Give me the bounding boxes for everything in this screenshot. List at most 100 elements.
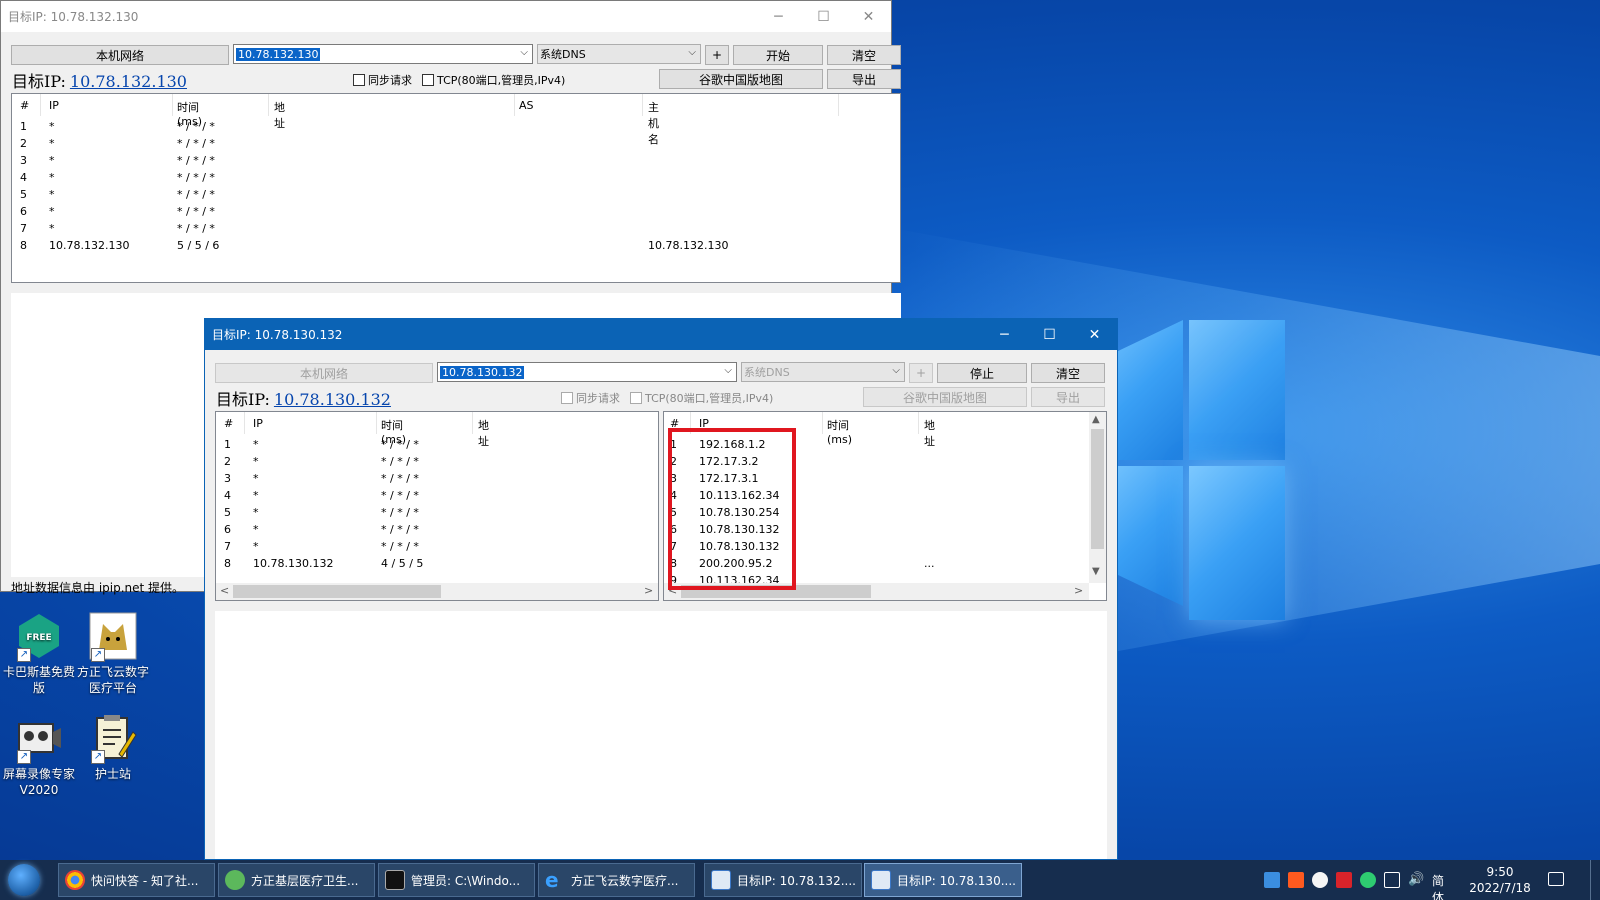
hops-table[interactable]: # IP 时间(ms) 地址 AS 主机名 1 * * / * / * 2 * * / … — [11, 93, 901, 283]
chrome-icon — [65, 870, 85, 890]
taskbar-item-cmd[interactable]: 管理员: C:\Windo... — [378, 863, 535, 897]
ime-indicator[interactable]: 简体 — [1432, 872, 1444, 900]
clock[interactable]: 9:50 2022/7/18 — [1460, 864, 1540, 896]
start-button[interactable] — [8, 864, 40, 896]
map-panel — [215, 611, 1107, 859]
local-network-button[interactable]: 本机网络 — [11, 45, 229, 65]
taskbar-item-ie[interactable]: e 方正飞云数字医疗... — [538, 863, 695, 897]
desktop-icon-screen-recorder[interactable]: ↗ 屏幕录像专家V2020 — [0, 714, 78, 798]
column-header[interactable]: AS — [519, 99, 534, 112]
notification-icon[interactable] — [1548, 872, 1564, 886]
clear-button[interactable]: 清空 — [827, 45, 901, 65]
window-title: 目标IP: 10.78.132.130 — [8, 10, 139, 24]
taskbar-item-fangzheng-basic[interactable]: 方正基层医疗卫生... — [218, 863, 375, 897]
tcp-mode-checkbox[interactable]: TCP(80端口,管理员,IPv4) — [422, 72, 565, 88]
title-bar[interactable]: 目标IP: 10.78.132.130 ─ ☐ ✕ — [1, 1, 891, 32]
google-map-button[interactable]: 谷歌中国版地图 — [863, 387, 1027, 407]
title-bar[interactable]: 目标IP: 10.78.130.132 ─ ☐ ✕ — [205, 319, 1117, 350]
column-header[interactable]: 主机名 — [648, 99, 659, 147]
table-cell: * — [49, 222, 55, 235]
google-map-button[interactable]: 谷歌中国版地图 — [659, 69, 823, 89]
table-cell: 10.78.130.132 — [253, 557, 334, 570]
taskbar: 快问快答 - 知了社... 方正基层医疗卫生... 管理员: C:\Windo.… — [0, 860, 1600, 900]
app-orange-icon[interactable] — [1288, 872, 1304, 888]
windows-logo — [1095, 320, 1285, 620]
desktop-icon-label: 护士站 — [94, 767, 131, 781]
desktop-icon-fangzheng-platform[interactable]: ↗ 方正飞云数字医疗平台 — [74, 612, 152, 696]
tcp-mode-checkbox[interactable]: TCP(80端口,管理员,IPv4) — [630, 390, 773, 406]
stop-button[interactable]: 停止 — [937, 363, 1027, 383]
checkbox-box — [422, 74, 434, 86]
sync-request-checkbox[interactable]: 同步请求 — [561, 390, 620, 406]
scroll-left-icon[interactable]: < — [220, 584, 229, 597]
target-ip-input[interactable]: 10.78.130.132 ⌵ — [437, 362, 737, 382]
target-ip-link[interactable]: 10.78.132.130 — [70, 72, 187, 91]
target-ip-input[interactable]: 10.78.132.130 ⌵ — [233, 44, 533, 64]
shield-red-icon[interactable] — [1336, 872, 1352, 888]
scrollbar-thumb[interactable] — [233, 585, 441, 598]
sync-request-checkbox[interactable]: 同步请求 — [353, 72, 412, 88]
taskbar-item-chrome[interactable]: 快问快答 - 知了社... — [58, 863, 215, 897]
network-icon[interactable] — [1384, 872, 1400, 888]
export-button[interactable]: 导出 — [827, 69, 901, 89]
desktop-icon-label: 屏幕录像专家V2020 — [2, 767, 75, 797]
table-cell: 3 — [20, 154, 27, 167]
clear-button[interactable]: 清空 — [1031, 363, 1105, 383]
minimize-button[interactable]: ─ — [756, 1, 801, 32]
taskbar-item-besttrace-1[interactable]: 目标IP: 10.78.132.... — [704, 863, 862, 897]
dns-select[interactable]: 系统DNS ⌵ — [537, 44, 701, 64]
maximize-button[interactable]: ☐ — [1027, 319, 1072, 350]
local-network-button[interactable]: 本机网络 — [215, 363, 433, 383]
table-cell: * / * / * — [381, 540, 419, 553]
column-header[interactable]: 地址 — [274, 99, 285, 131]
column-header[interactable]: 时间(ms) — [827, 417, 852, 446]
security-check-icon[interactable] — [1360, 872, 1376, 888]
add-button[interactable]: + — [909, 363, 933, 383]
table-cell: 4 — [224, 489, 231, 502]
close-button[interactable]: ✕ — [846, 1, 891, 32]
table-cell: * / * / * — [177, 154, 215, 167]
column-header[interactable]: IP — [49, 99, 59, 112]
hops-table-left[interactable]: # IP 时间(ms) 地址 1 * * / * / * 2 * * / * / * 3… — [215, 411, 659, 601]
close-button[interactable]: ✕ — [1072, 319, 1117, 350]
scrollbar-thumb[interactable] — [1091, 429, 1104, 549]
table-cell: * / * / * — [381, 438, 419, 451]
column-header[interactable]: 地址 — [478, 417, 489, 449]
table-cell: * / * / * — [177, 120, 215, 133]
clock-date: 2022/7/18 — [1469, 881, 1531, 895]
column-header[interactable]: 地址 — [924, 417, 935, 449]
show-desktop-button[interactable] — [1590, 860, 1600, 900]
cube-icon[interactable] — [1264, 872, 1280, 888]
column-header[interactable]: # — [224, 417, 233, 430]
table-cell: 5 — [20, 188, 27, 201]
table-cell: * — [49, 120, 55, 133]
volume-icon[interactable]: 🔊 — [1408, 872, 1424, 888]
column-header[interactable]: IP — [253, 417, 263, 430]
export-button[interactable]: 导出 — [1031, 387, 1105, 407]
hops-table-right[interactable]: # IP 时间(ms) 地址 1 192.168.1.2 2 172.17.3.2 … — [663, 411, 1107, 601]
table-cell: 10.78.132.130 — [49, 239, 130, 252]
table-cell: * / * / * — [381, 472, 419, 485]
svg-text:FREE: FREE — [26, 633, 51, 643]
scroll-up-icon[interactable]: ▲ — [1092, 414, 1100, 425]
dns-select[interactable]: 系统DNS ⌵ — [741, 362, 905, 382]
scroll-right-icon[interactable]: > — [644, 584, 653, 597]
taskbar-item-besttrace-2[interactable]: 目标IP: 10.78.130.... — [864, 863, 1022, 897]
qq-icon[interactable] — [1312, 872, 1328, 888]
target-ip-link[interactable]: 10.78.130.132 — [274, 390, 391, 409]
table-cell: 6 — [224, 523, 231, 536]
scroll-right-icon[interactable]: > — [1074, 584, 1083, 597]
horizontal-scrollbar[interactable]: < > — [216, 583, 658, 600]
add-button[interactable]: + — [705, 45, 729, 65]
vertical-scrollbar[interactable]: ▲ ▼ — [1089, 412, 1106, 583]
target-ip-label: 目标IP: 10.78.130.132 — [216, 390, 391, 409]
maximize-button[interactable]: ☐ — [801, 1, 846, 32]
minimize-button[interactable]: ─ — [982, 319, 1027, 350]
table-cell: * — [253, 472, 259, 485]
desktop-icon-nurse-station[interactable]: ↗ 护士站 — [74, 714, 152, 782]
column-header[interactable]: # — [20, 99, 29, 112]
desktop-icon-kaspersky[interactable]: FREE ↗ 卡巴斯基免费版 — [0, 612, 78, 696]
scroll-down-icon[interactable]: ▼ — [1092, 566, 1100, 577]
start-button[interactable]: 开始 — [733, 45, 823, 65]
table-cell: ... — [924, 557, 935, 570]
